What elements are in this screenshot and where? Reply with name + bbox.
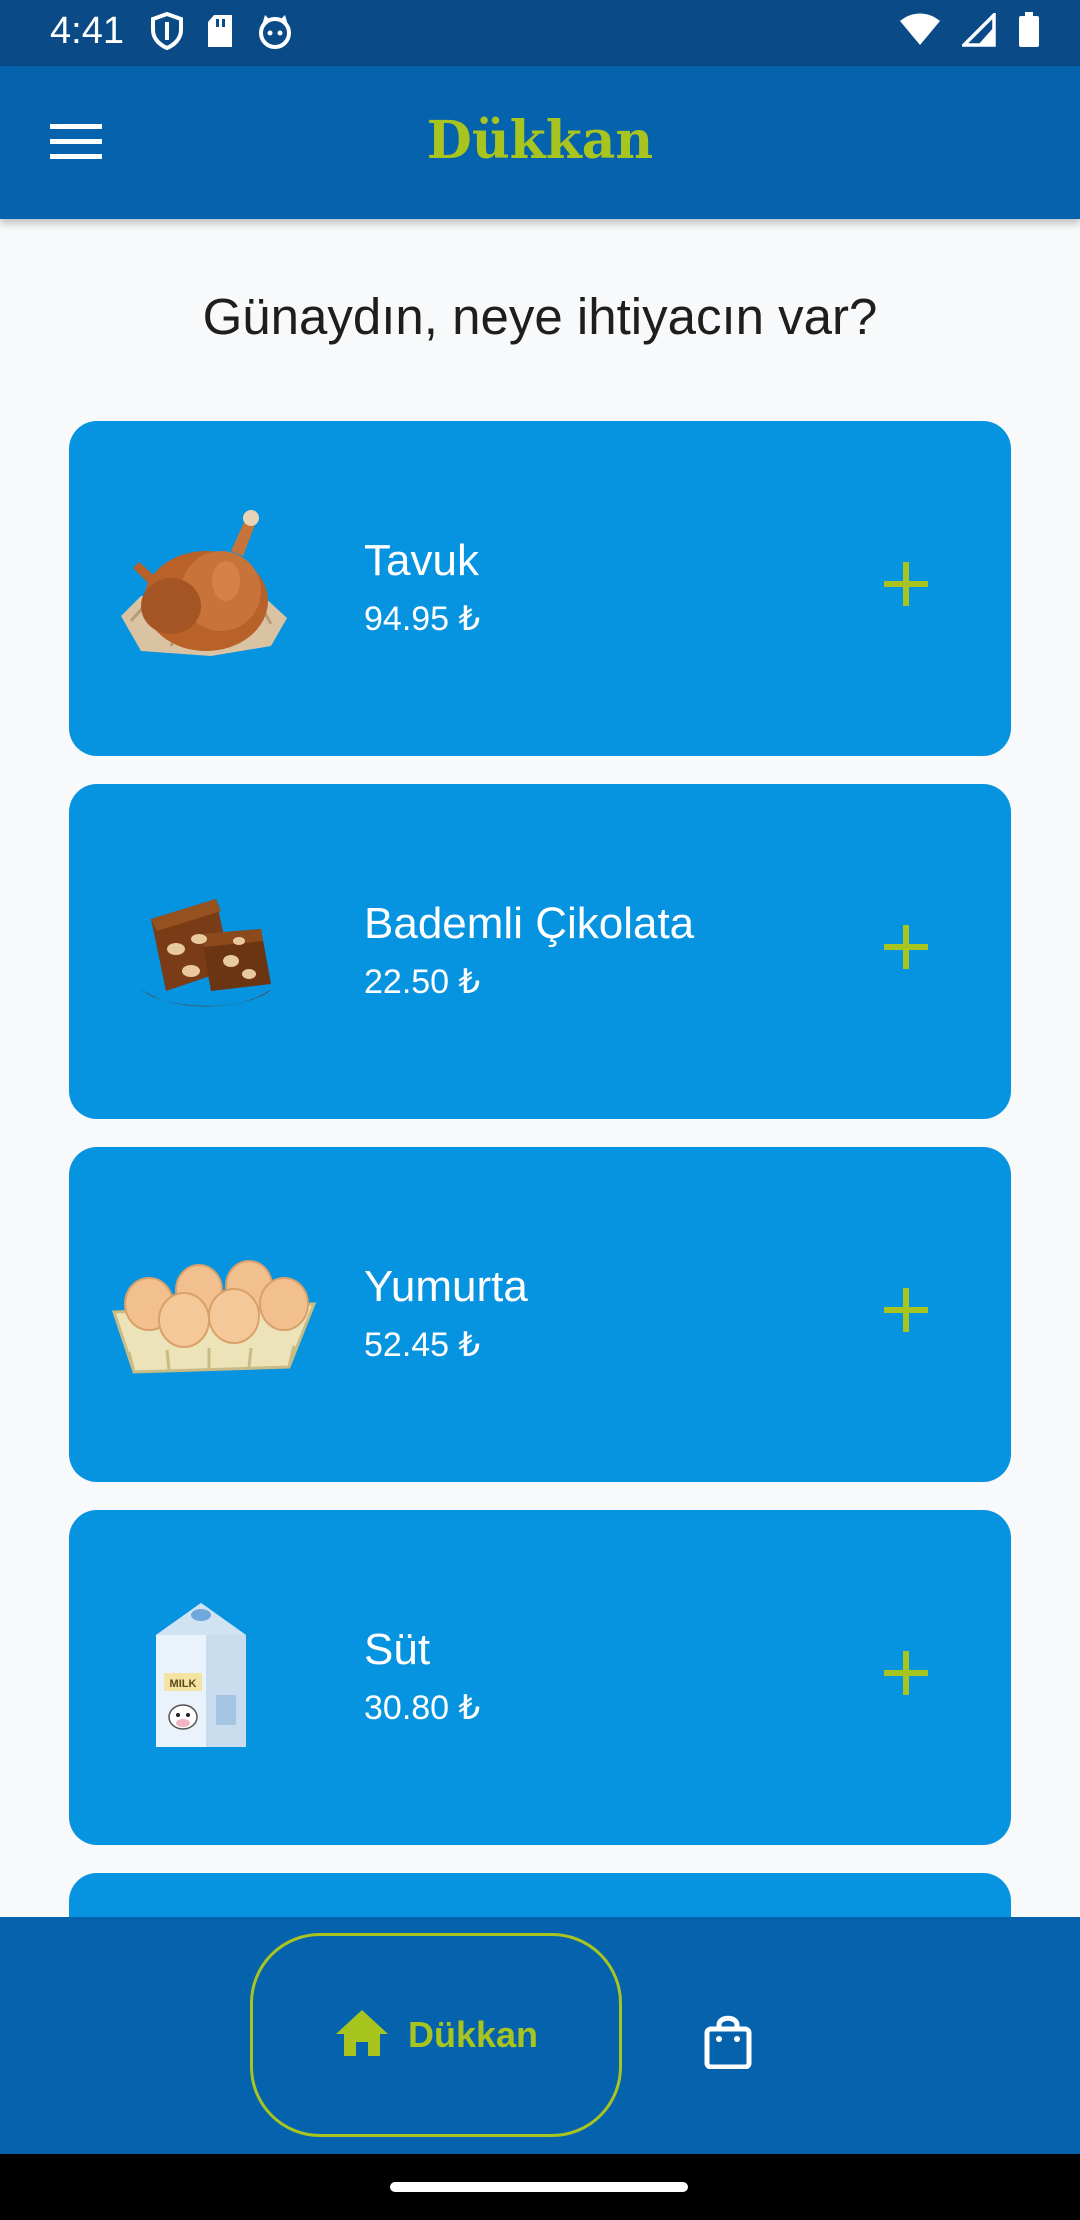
add-to-cart-button[interactable] xyxy=(871,914,941,984)
product-price: 94.95 ₺ xyxy=(364,600,481,638)
product-name: Tavuk xyxy=(364,536,479,585)
shield-icon xyxy=(150,12,184,50)
status-icons-left xyxy=(150,12,294,50)
add-to-cart-button[interactable] xyxy=(871,1640,941,1710)
milk-carton-image: MILK xyxy=(111,1580,291,1770)
sd-card-icon xyxy=(206,13,234,49)
cat-face-icon xyxy=(256,13,294,49)
home-icon xyxy=(334,2008,390,2063)
signal-icon xyxy=(962,13,996,47)
plus-icon xyxy=(884,1650,928,1700)
product-price: 30.80 ₺ xyxy=(364,1689,481,1727)
product-name: Süt xyxy=(364,1625,431,1674)
battery-icon xyxy=(1018,12,1040,48)
plus-icon xyxy=(884,1287,928,1337)
nav-cart-tab[interactable] xyxy=(688,2003,768,2083)
gesture-handle[interactable] xyxy=(390,2182,688,2192)
product-price: 22.50 ₺ xyxy=(364,963,481,1001)
product-name: Bademli Çikolata xyxy=(364,899,695,948)
egg-carton-image xyxy=(109,1217,319,1407)
product-name: Yumurta xyxy=(364,1262,528,1311)
roast-chicken-image xyxy=(111,491,291,681)
status-bar: 4:41 xyxy=(0,0,1080,66)
almond-chocolate-image xyxy=(111,854,291,1044)
product-card[interactable]: Tavuk 94.95 ₺ xyxy=(69,421,1011,756)
wifi-icon xyxy=(900,13,940,47)
plus-icon xyxy=(884,924,928,974)
product-price: 52.45 ₺ xyxy=(364,1326,481,1364)
status-time: 4:41 xyxy=(50,10,124,52)
add-to-cart-button[interactable] xyxy=(871,1277,941,1347)
bottom-nav: Dükkan xyxy=(0,1917,1080,2154)
system-gesture-bar xyxy=(0,2154,1080,2220)
app-title: Dükkan xyxy=(426,110,654,171)
status-icons-right xyxy=(900,12,1040,48)
shopping-bag-icon xyxy=(704,2013,752,2074)
nav-home-label: Dükkan xyxy=(407,2014,539,2055)
nav-home-tab[interactable]: Dükkan xyxy=(250,1933,622,2137)
milk-carton-label: MILK xyxy=(170,1678,197,1690)
product-card[interactable]: Yumurta 52.45 ₺ xyxy=(69,1147,1011,1482)
product-card[interactable]: MILK Süt 30.80 ₺ xyxy=(69,1510,1011,1845)
product-card[interactable]: Bademli Çikolata 22.50 ₺ xyxy=(69,784,1011,1119)
greeting-text: Günaydın, neye ihtiyacın var? xyxy=(202,288,878,345)
add-to-cart-button[interactable] xyxy=(871,551,941,621)
plus-icon xyxy=(884,561,928,611)
app-bar: Dükkan xyxy=(0,66,1080,219)
